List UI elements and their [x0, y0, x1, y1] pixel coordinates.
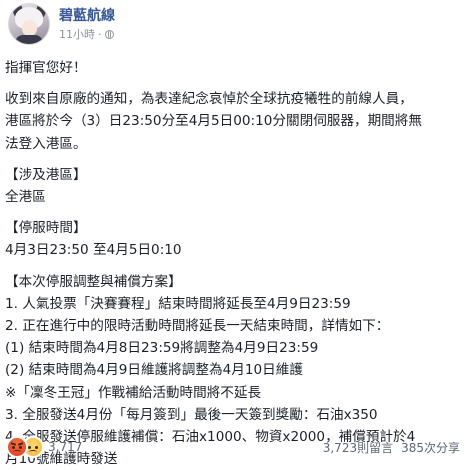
- avatar-face: [22, 20, 37, 36]
- angry-icon: [6, 436, 28, 458]
- sad-mouth: [29, 450, 37, 454]
- angry-eye: [19, 446, 22, 449]
- post-subline: 11小時 ·: [59, 27, 115, 42]
- post-line: 全港區: [5, 189, 46, 206]
- post-line: 港區將於今（3）日23:50分至4月5日00:10分關閉伺服器，期間將無: [5, 113, 422, 130]
- post-line: ※「凜冬王冠」作戰補給活動時間將不延長: [5, 384, 262, 401]
- post-line: 法登入港區。: [5, 135, 87, 152]
- post-line: 3. 全服發送4月份「每月簽到」最後一天簽到獎勵：石油x350: [5, 406, 378, 423]
- post-body: 指揮官您好！ 收到來自原廠的通知，為表達紀念哀悼於全球抗疫犧牲的前線人員， 港區…: [5, 57, 461, 470]
- post-line: 【停服時間】: [5, 220, 87, 237]
- post-line: 【本次停服調整與補償方案】: [5, 273, 182, 290]
- post-line: 4月3日23:50 至4月5日0:10: [5, 242, 182, 259]
- post-meta: 碧藍航線 11小時 ·: [59, 7, 115, 42]
- post-line: 2. 正在進行中的限時活動時間將延長一天結束時間，詳情如下：: [5, 318, 390, 335]
- avatar[interactable]: [8, 3, 50, 45]
- sad-eye: [28, 446, 31, 449]
- angry-eye: [12, 446, 15, 449]
- post-line: (2) 結束時間為4月9日維護將調整為4月10日維護: [5, 362, 303, 379]
- reactions-summary[interactable]: 3,717: [6, 436, 82, 458]
- post-stats: 3,723則留言 385次分享: [323, 439, 460, 456]
- angry-mouth: [13, 450, 21, 454]
- post-line: 1. 人氣投票「決賽賽程」結束時間將延長至4月9日23:59: [5, 295, 351, 312]
- post-line: 【涉及港區】: [5, 166, 87, 183]
- shares-count-link[interactable]: 385次分享: [401, 439, 460, 456]
- page-name-link[interactable]: 碧藍航線: [59, 7, 115, 25]
- separator-dot: ·: [98, 27, 102, 41]
- angry-brow: [10, 442, 17, 446]
- post-time-link[interactable]: 11小時: [59, 27, 95, 42]
- avatar-collar: [15, 35, 43, 44]
- post-line: 指揮官您好！: [5, 60, 87, 76]
- globe-icon: [104, 29, 114, 39]
- post-footer: 3,717 3,723則留言 385次分享: [0, 432, 466, 462]
- reaction-count: 3,717: [48, 440, 83, 454]
- sad-eye: [35, 446, 38, 449]
- post-line: (1) 結束時間為4月8日23:59將調整為4月9日23:59: [5, 340, 319, 357]
- post-line: 收到來自原廠的通知，為表達紀念哀悼於全球抗疫犧牲的前線人員，: [5, 91, 413, 108]
- facebook-post: 碧藍航線 11小時 · 指揮官您好！ 收到來自原廠的通知，為表達紀念哀悼於全球抗…: [0, 0, 466, 467]
- comments-count-link[interactable]: 3,723則留言: [323, 439, 393, 456]
- post-header: 碧藍航線 11小時 ·: [8, 2, 115, 46]
- angry-brow: [17, 442, 24, 446]
